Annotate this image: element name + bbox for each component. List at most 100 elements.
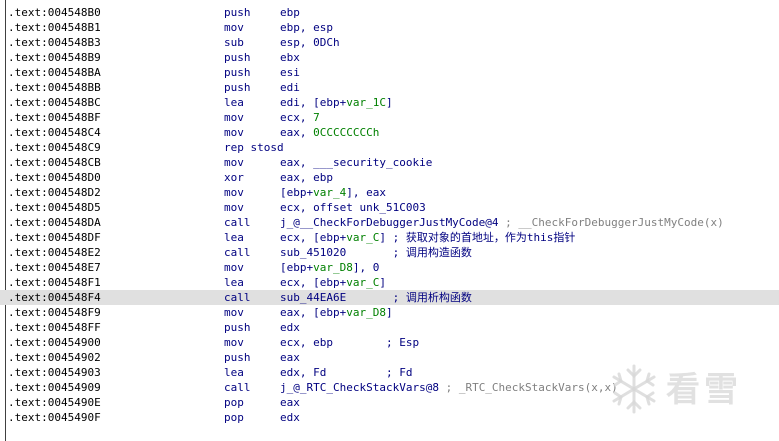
operand-text[interactable]: edi, [ebp+ xyxy=(280,96,346,109)
address[interactable]: .text:004548C9 xyxy=(8,140,101,155)
variable-ref[interactable]: var_4 xyxy=(313,186,346,199)
mnemonic[interactable]: mov xyxy=(224,335,244,350)
address[interactable]: .text:004548BA xyxy=(8,65,101,80)
mnemonic[interactable]: lea xyxy=(224,95,244,110)
variable-ref[interactable]: var_C xyxy=(346,276,379,289)
listing-line[interactable]: .text:004548D5 mov ecx, offset unk_51C003 xyxy=(0,200,779,215)
operands[interactable]: ecx, ebp ; Esp xyxy=(280,335,419,350)
operands[interactable]: edx xyxy=(280,320,300,335)
address[interactable]: .text:004548DA xyxy=(8,215,101,230)
address[interactable]: .text:004548E2 xyxy=(8,245,101,260)
operand-text[interactable]: edi xyxy=(280,81,300,94)
mnemonic[interactable]: xor xyxy=(224,170,244,185)
listing-line[interactable]: .text:004548D0 xor eax, ebp xyxy=(0,170,779,185)
mnemonic[interactable]: pop xyxy=(224,395,244,410)
listing-line[interactable]: .text:00454900 mov ecx, ebp ; Esp xyxy=(0,335,779,350)
operands[interactable]: sub_44EA6E ; 调用析构函数 xyxy=(280,290,472,305)
listing-line[interactable]: .text:00454902 push eax xyxy=(0,350,779,365)
mnemonic[interactable]: push xyxy=(224,320,251,335)
operand-text[interactable]: ecx, offset unk_51C003 xyxy=(280,201,426,214)
operand-text[interactable]: ], eax xyxy=(346,186,386,199)
mnemonic[interactable]: call xyxy=(224,380,251,395)
address[interactable]: .text:00454909 xyxy=(8,380,101,395)
operands[interactable]: ecx, 7 xyxy=(280,110,320,125)
address[interactable]: .text:004548C4 xyxy=(8,125,101,140)
operands[interactable]: eax, ___security_cookie xyxy=(280,155,432,170)
listing-line[interactable]: .text:00454909 call j_@_RTC_CheckStackVars… xyxy=(0,380,779,395)
listing-line[interactable]: .text:004548B0 push ebp xyxy=(0,5,779,20)
listing-line[interactable]: .text:004548CB mov eax, ___security_cookie xyxy=(0,155,779,170)
listing-line[interactable]: .text:004548DF lea ecx, [ebp+var_C] ; 获取对象… xyxy=(0,230,779,245)
address[interactable]: .text:00454903 xyxy=(8,365,101,380)
operand-text[interactable]: ecx, xyxy=(280,111,313,124)
operands[interactable]: eax xyxy=(280,395,300,410)
operands[interactable]: ebp xyxy=(280,5,300,20)
operand-text[interactable]: [ebp+ xyxy=(280,186,313,199)
operand-text[interactable]: eax, xyxy=(280,126,313,139)
mnemonic[interactable]: push xyxy=(224,50,251,65)
address[interactable]: .text:0045490F xyxy=(8,410,101,425)
operand-text[interactable]: ebx xyxy=(280,51,300,64)
operand-text[interactable]: j_@_RTC_CheckStackVars@8 xyxy=(280,381,439,394)
operand-text[interactable]: eax xyxy=(280,396,300,409)
mnemonic[interactable]: mov xyxy=(224,125,244,140)
operands[interactable]: ecx, [ebp+var_C] ; 获取对象的首地址，作为this指针 xyxy=(280,230,575,245)
variable-ref[interactable]: var_D8 xyxy=(313,261,353,274)
operand-text[interactable]: esi xyxy=(280,66,300,79)
operand-text[interactable]: ecx, ebp xyxy=(280,336,333,349)
operands[interactable]: eax, [ebp+var_D8] xyxy=(280,305,393,320)
operand-text[interactable]: ecx, [ebp+ xyxy=(280,231,346,244)
address[interactable]: .text:004548CB xyxy=(8,155,101,170)
operands[interactable]: [ebp+var_D8], 0 xyxy=(280,260,379,275)
address[interactable]: .text:00454900 xyxy=(8,335,101,350)
operand-text[interactable]: ], 0 xyxy=(353,261,380,274)
listing-line[interactable]: .text:004548BF mov ecx, 7 xyxy=(0,110,779,125)
variable-ref[interactable]: var_1C xyxy=(346,96,386,109)
operands[interactable]: sub_451020 ; 调用构造函数 xyxy=(280,245,472,260)
mnemonic[interactable]: sub xyxy=(224,35,244,50)
disassembly-listing[interactable]: .text:004548B0 push ebp .text:004548B1 mov eb… xyxy=(0,5,779,425)
operands[interactable]: eax xyxy=(280,350,300,365)
operand-text[interactable]: esp, 0DCh xyxy=(280,36,340,49)
listing-line[interactable]: .text:004548FF push edx xyxy=(0,320,779,335)
operand-text[interactable]: edx xyxy=(280,411,300,424)
listing-line[interactable]: .text:004548F9 mov eax, [ebp+var_D8] xyxy=(0,305,779,320)
instruction[interactable]: rep stosd xyxy=(224,140,284,155)
mnemonic[interactable]: lea xyxy=(224,365,244,380)
listing-line[interactable]: .text:004548D2 mov [ebp+var_4], eax xyxy=(0,185,779,200)
address[interactable]: .text:004548F4 xyxy=(8,290,101,305)
listing-line[interactable]: .text:004548C9 rep stosd xyxy=(0,140,779,155)
listing-line[interactable]: .text:004548F1 lea ecx, [ebp+var_C] xyxy=(0,275,779,290)
address[interactable]: .text:004548D2 xyxy=(8,185,101,200)
listing-line[interactable]: .text:004548B3 sub esp, 0DCh xyxy=(0,35,779,50)
operand-text[interactable]: ] xyxy=(379,276,386,289)
operand-text[interactable]: ] xyxy=(386,96,393,109)
mnemonic[interactable]: mov xyxy=(224,155,244,170)
mnemonic[interactable]: push xyxy=(224,5,251,20)
listing-line[interactable]: .text:004548C4 mov eax, 0CCCCCCCCh xyxy=(0,125,779,140)
operands[interactable]: j_@__CheckForDebuggerJustMyCode@4 ; __Ch… xyxy=(280,215,724,230)
operands[interactable]: j_@_RTC_CheckStackVars@8 ; _RTC_CheckSta… xyxy=(280,380,618,395)
address[interactable]: .text:004548BF xyxy=(8,110,101,125)
mnemonic[interactable]: mov xyxy=(224,260,244,275)
listing-line[interactable]: .text:00454903 lea edx, Fd ; Fd xyxy=(0,365,779,380)
operand-text[interactable]: ] xyxy=(386,306,393,319)
operand-text[interactable]: sub_44EA6E xyxy=(280,291,346,304)
variable-ref[interactable]: var_D8 xyxy=(346,306,386,319)
mnemonic[interactable]: mov xyxy=(224,305,244,320)
address[interactable]: .text:004548B3 xyxy=(8,35,101,50)
listing-line[interactable]: .text:004548BB push edi xyxy=(0,80,779,95)
mnemonic[interactable]: call xyxy=(224,215,251,230)
variable-ref[interactable]: 0CCCCCCCCh xyxy=(313,126,379,139)
operand-text[interactable]: ebp, esp xyxy=(280,21,333,34)
address[interactable]: .text:0045490E xyxy=(8,395,101,410)
operand-text[interactable]: eax, ___security_cookie xyxy=(280,156,432,169)
mnemonic[interactable]: push xyxy=(224,65,251,80)
address[interactable]: .text:004548D5 xyxy=(8,200,101,215)
operand-text[interactable]: j_@__CheckForDebuggerJustMyCode@4 xyxy=(280,216,499,229)
operands[interactable]: [ebp+var_4], eax xyxy=(280,185,386,200)
operands[interactable]: ecx, offset unk_51C003 xyxy=(280,200,426,215)
operand-text[interactable]: [ebp+ xyxy=(280,261,313,274)
mnemonic[interactable]: mov xyxy=(224,20,244,35)
listing-line[interactable]: .text:004548B9 push ebx xyxy=(0,50,779,65)
